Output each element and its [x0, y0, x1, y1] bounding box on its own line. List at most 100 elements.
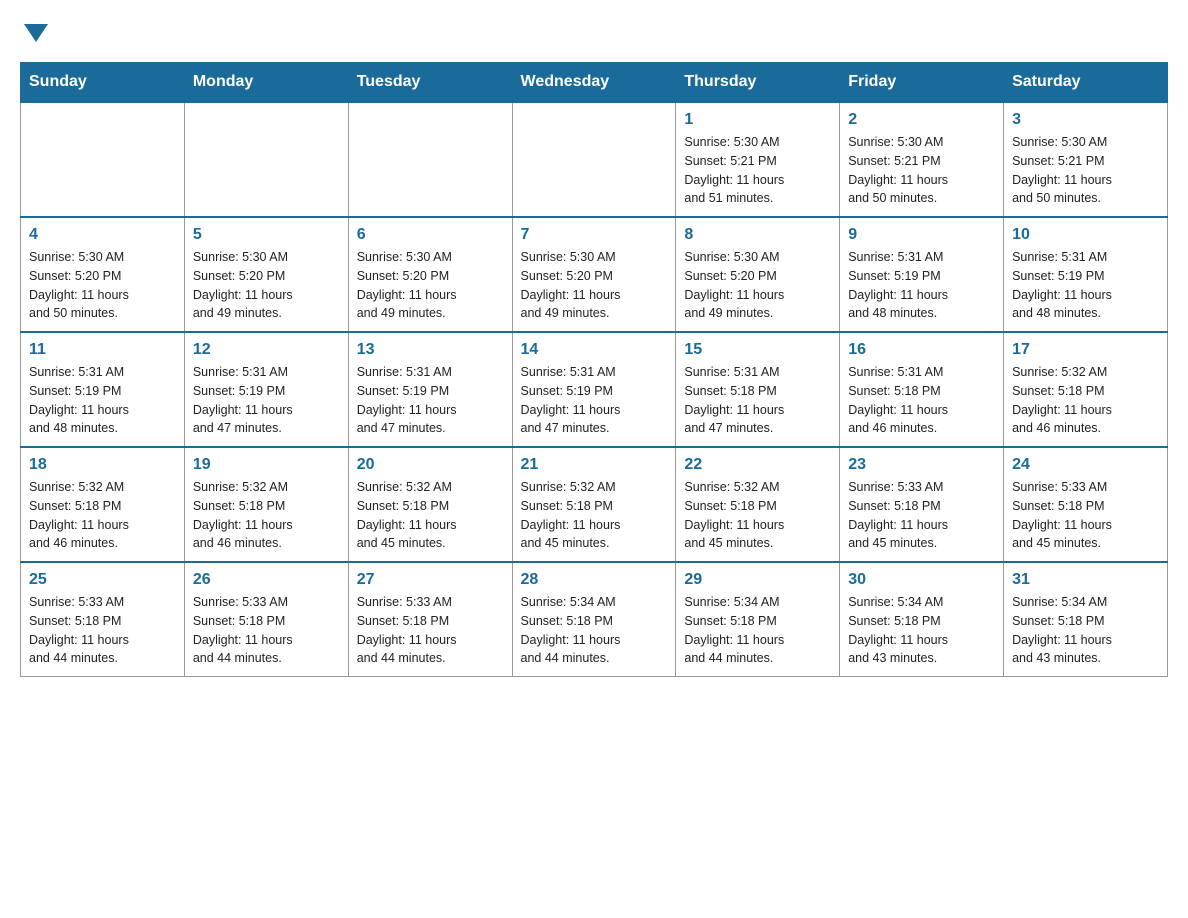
weekday-header-tuesday: Tuesday: [348, 63, 512, 103]
day-number: 30: [848, 571, 995, 589]
week-row-3: 11 Sunrise: 5:31 AM Sunset: 5:19 PM Dayli…: [21, 332, 1168, 447]
calendar-cell: 9 Sunrise: 5:31 AM Sunset: 5:19 PM Daylig…: [840, 217, 1004, 332]
day-number: 28: [521, 571, 668, 589]
calendar-cell: 21 Sunrise: 5:32 AM Sunset: 5:18 PM Dayli…: [512, 447, 676, 562]
day-info: Sunrise: 5:31 AM Sunset: 5:18 PM Dayligh…: [848, 363, 995, 438]
calendar-cell: 5 Sunrise: 5:30 AM Sunset: 5:20 PM Daylig…: [184, 217, 348, 332]
calendar-cell: 27 Sunrise: 5:33 AM Sunset: 5:18 PM Dayli…: [348, 562, 512, 677]
calendar-cell: 24 Sunrise: 5:33 AM Sunset: 5:18 PM Dayli…: [1004, 447, 1168, 562]
day-info: Sunrise: 5:32 AM Sunset: 5:18 PM Dayligh…: [357, 478, 504, 553]
day-number: 11: [29, 341, 176, 359]
calendar-cell: 14Sunrise: 5:31 AM Sunset: 5:19 PM Dayli…: [512, 332, 676, 447]
calendar-cell: 12 Sunrise: 5:31 AM Sunset: 5:19 PM Dayli…: [184, 332, 348, 447]
day-info: Sunrise: 5:33 AM Sunset: 5:18 PM Dayligh…: [29, 593, 176, 668]
logo: [20, 20, 48, 42]
day-info: Sunrise: 5:32 AM Sunset: 5:18 PM Dayligh…: [1012, 363, 1159, 438]
day-number: 4: [29, 226, 176, 244]
day-info: Sunrise: 5:31 AM Sunset: 5:19 PM Dayligh…: [193, 363, 340, 438]
day-info: Sunrise: 5:33 AM Sunset: 5:18 PM Dayligh…: [848, 478, 995, 553]
calendar-cell: 19Sunrise: 5:32 AM Sunset: 5:18 PM Dayli…: [184, 447, 348, 562]
day-info: Sunrise: 5:30 AM Sunset: 5:21 PM Dayligh…: [848, 133, 995, 208]
calendar-cell: 18 Sunrise: 5:32 AM Sunset: 5:18 PM Dayli…: [21, 447, 185, 562]
day-number: 24: [1012, 456, 1159, 474]
weekday-header-thursday: Thursday: [676, 63, 840, 103]
day-info: Sunrise: 5:32 AM Sunset: 5:18 PM Dayligh…: [521, 478, 668, 553]
day-number: 9: [848, 226, 995, 244]
day-info: Sunrise: 5:30 AM Sunset: 5:20 PM Dayligh…: [521, 248, 668, 323]
calendar-cell: 10Sunrise: 5:31 AM Sunset: 5:19 PM Dayli…: [1004, 217, 1168, 332]
day-info: Sunrise: 5:32 AM Sunset: 5:18 PM Dayligh…: [29, 478, 176, 553]
calendar-cell: 29 Sunrise: 5:34 AM Sunset: 5:18 PM Dayli…: [676, 562, 840, 677]
day-number: 6: [357, 226, 504, 244]
calendar-cell: 1 Sunrise: 5:30 AM Sunset: 5:21 PM Daylig…: [676, 102, 840, 217]
day-number: 12: [193, 341, 340, 359]
day-info: Sunrise: 5:34 AM Sunset: 5:18 PM Dayligh…: [521, 593, 668, 668]
calendar-cell: [348, 102, 512, 217]
calendar-cell: 11 Sunrise: 5:31 AM Sunset: 5:19 PM Dayli…: [21, 332, 185, 447]
day-number: 26: [193, 571, 340, 589]
calendar-cell: 7Sunrise: 5:30 AM Sunset: 5:20 PM Daylig…: [512, 217, 676, 332]
calendar-cell: 17 Sunrise: 5:32 AM Sunset: 5:18 PM Dayli…: [1004, 332, 1168, 447]
logo-arrow-icon: [24, 24, 48, 42]
weekday-header-sunday: Sunday: [21, 63, 185, 103]
day-number: 8: [684, 226, 831, 244]
day-info: Sunrise: 5:31 AM Sunset: 5:19 PM Dayligh…: [29, 363, 176, 438]
day-info: Sunrise: 5:33 AM Sunset: 5:18 PM Dayligh…: [357, 593, 504, 668]
day-info: Sunrise: 5:30 AM Sunset: 5:21 PM Dayligh…: [684, 133, 831, 208]
day-info: Sunrise: 5:31 AM Sunset: 5:19 PM Dayligh…: [521, 363, 668, 438]
day-info: Sunrise: 5:34 AM Sunset: 5:18 PM Dayligh…: [684, 593, 831, 668]
weekday-header-row: SundayMondayTuesdayWednesdayThursdayFrid…: [21, 63, 1168, 103]
day-info: Sunrise: 5:34 AM Sunset: 5:18 PM Dayligh…: [848, 593, 995, 668]
calendar-cell: 30 Sunrise: 5:34 AM Sunset: 5:18 PM Dayli…: [840, 562, 1004, 677]
day-info: Sunrise: 5:34 AM Sunset: 5:18 PM Dayligh…: [1012, 593, 1159, 668]
calendar-cell: [184, 102, 348, 217]
weekday-header-monday: Monday: [184, 63, 348, 103]
calendar-cell: 8 Sunrise: 5:30 AM Sunset: 5:20 PM Daylig…: [676, 217, 840, 332]
day-number: 13: [357, 341, 504, 359]
day-info: Sunrise: 5:32 AM Sunset: 5:18 PM Dayligh…: [684, 478, 831, 553]
weekday-header-friday: Friday: [840, 63, 1004, 103]
day-number: 23: [848, 456, 995, 474]
day-number: 22: [684, 456, 831, 474]
day-info: Sunrise: 5:31 AM Sunset: 5:19 PM Dayligh…: [1012, 248, 1159, 323]
calendar-cell: 22 Sunrise: 5:32 AM Sunset: 5:18 PM Dayli…: [676, 447, 840, 562]
week-row-4: 18 Sunrise: 5:32 AM Sunset: 5:18 PM Dayli…: [21, 447, 1168, 562]
day-number: 15: [684, 341, 831, 359]
day-info: Sunrise: 5:33 AM Sunset: 5:18 PM Dayligh…: [1012, 478, 1159, 553]
day-number: 18: [29, 456, 176, 474]
day-info: Sunrise: 5:32 AM Sunset: 5:18 PM Dayligh…: [193, 478, 340, 553]
calendar-cell: 3Sunrise: 5:30 AM Sunset: 5:21 PM Daylig…: [1004, 102, 1168, 217]
day-number: 29: [684, 571, 831, 589]
week-row-5: 25 Sunrise: 5:33 AM Sunset: 5:18 PM Dayli…: [21, 562, 1168, 677]
day-info: Sunrise: 5:31 AM Sunset: 5:19 PM Dayligh…: [848, 248, 995, 323]
calendar-cell: [21, 102, 185, 217]
week-row-1: 1 Sunrise: 5:30 AM Sunset: 5:21 PM Daylig…: [21, 102, 1168, 217]
calendar-cell: 4 Sunrise: 5:30 AM Sunset: 5:20 PM Daylig…: [21, 217, 185, 332]
day-info: Sunrise: 5:30 AM Sunset: 5:20 PM Dayligh…: [29, 248, 176, 323]
day-number: 2: [848, 111, 995, 129]
calendar-cell: 15Sunrise: 5:31 AM Sunset: 5:18 PM Dayli…: [676, 332, 840, 447]
day-number: 21: [521, 456, 668, 474]
weekday-header-saturday: Saturday: [1004, 63, 1168, 103]
day-number: 17: [1012, 341, 1159, 359]
calendar-table: SundayMondayTuesdayWednesdayThursdayFrid…: [20, 62, 1168, 677]
day-number: 27: [357, 571, 504, 589]
calendar-cell: 28 Sunrise: 5:34 AM Sunset: 5:18 PM Dayli…: [512, 562, 676, 677]
day-info: Sunrise: 5:30 AM Sunset: 5:20 PM Dayligh…: [193, 248, 340, 323]
day-number: 3: [1012, 111, 1159, 129]
page-header: [20, 20, 1168, 42]
calendar-cell: 23 Sunrise: 5:33 AM Sunset: 5:18 PM Dayli…: [840, 447, 1004, 562]
week-row-2: 4 Sunrise: 5:30 AM Sunset: 5:20 PM Daylig…: [21, 217, 1168, 332]
day-number: 1: [684, 111, 831, 129]
calendar-cell: 25 Sunrise: 5:33 AM Sunset: 5:18 PM Dayli…: [21, 562, 185, 677]
day-number: 25: [29, 571, 176, 589]
day-number: 5: [193, 226, 340, 244]
day-number: 16: [848, 341, 995, 359]
calendar-cell: 13Sunrise: 5:31 AM Sunset: 5:19 PM Dayli…: [348, 332, 512, 447]
calendar-cell: 16 Sunrise: 5:31 AM Sunset: 5:18 PM Dayli…: [840, 332, 1004, 447]
day-number: 20: [357, 456, 504, 474]
day-info: Sunrise: 5:30 AM Sunset: 5:20 PM Dayligh…: [357, 248, 504, 323]
calendar-cell: 6 Sunrise: 5:30 AM Sunset: 5:20 PM Daylig…: [348, 217, 512, 332]
day-info: Sunrise: 5:33 AM Sunset: 5:18 PM Dayligh…: [193, 593, 340, 668]
day-info: Sunrise: 5:30 AM Sunset: 5:20 PM Dayligh…: [684, 248, 831, 323]
